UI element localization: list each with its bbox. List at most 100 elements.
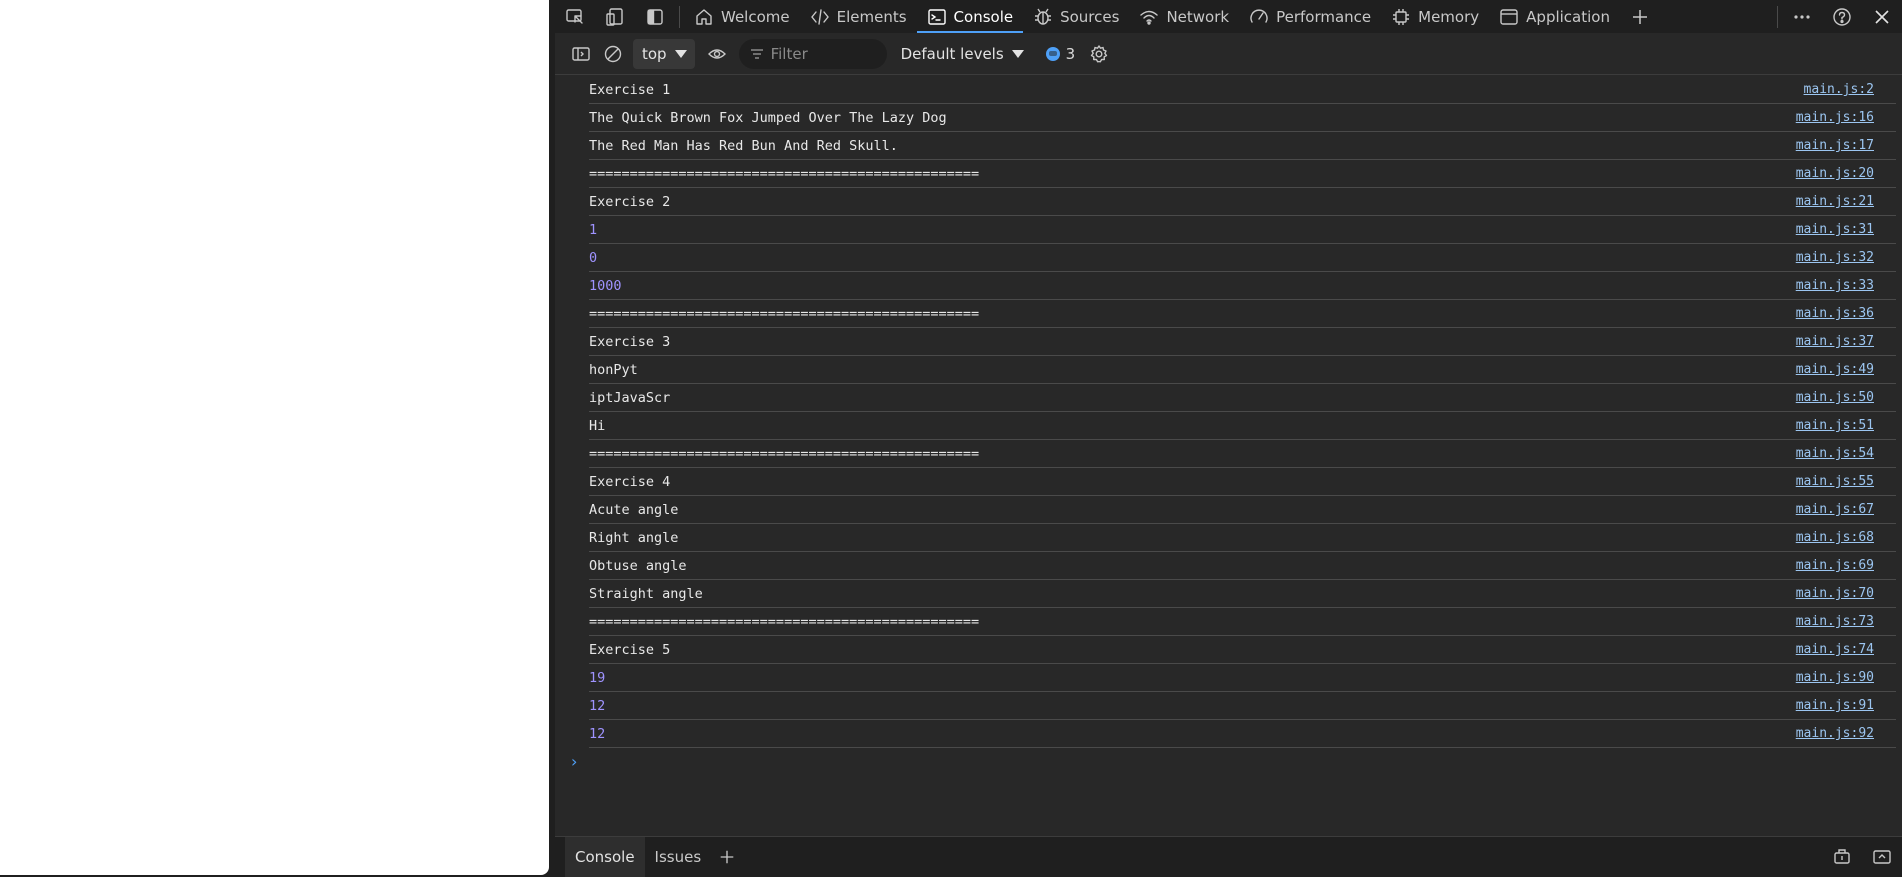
console-message-text: Exercise 2 <box>589 194 671 210</box>
issues-counter[interactable]: 3 <box>1045 44 1076 63</box>
source-link[interactable]: main.js:55 <box>1796 474 1874 489</box>
source-link[interactable]: main.js:49 <box>1796 362 1874 377</box>
filter-icon <box>750 48 763 59</box>
log-levels-dropdown[interactable]: Default levels <box>901 45 1024 63</box>
source-link[interactable]: main.js:68 <box>1796 530 1874 545</box>
console-prompt-chevron-icon[interactable]: › <box>571 752 577 771</box>
tab-elements[interactable]: Elements <box>800 0 917 33</box>
tab-performance[interactable]: Performance <box>1239 0 1381 33</box>
source-link[interactable]: main.js:73 <box>1796 614 1874 629</box>
console-message-row: Obtuse angle main.js:69 <box>589 552 1896 580</box>
close-icon[interactable] <box>1862 0 1902 33</box>
source-link[interactable]: main.js:70 <box>1796 586 1874 601</box>
filter-input[interactable]: Filter <box>738 38 887 69</box>
console-message-row: ========================================… <box>589 300 1896 328</box>
tab-welcome[interactable]: Welcome <box>684 0 800 33</box>
source-link[interactable]: main.js:92 <box>1796 726 1874 741</box>
console-message-row: 0 main.js:32 <box>589 244 1896 272</box>
source-link[interactable]: main.js:20 <box>1796 166 1874 181</box>
source-link[interactable]: main.js:32 <box>1796 250 1874 265</box>
console-message-text: ========================================… <box>589 614 980 630</box>
devtools-panel: Welcome Elements Console Sources Network… <box>555 0 1902 877</box>
bug-icon <box>1035 8 1052 25</box>
console-message-text: Exercise 5 <box>589 642 671 658</box>
console-message-row: 19 main.js:90 <box>589 664 1896 692</box>
source-link[interactable]: main.js:31 <box>1796 222 1874 237</box>
tab-application[interactable]: Application <box>1489 0 1620 33</box>
source-link[interactable]: main.js:74 <box>1796 642 1874 657</box>
source-link[interactable]: main.js:33 <box>1796 278 1874 293</box>
tab-memory[interactable]: Memory <box>1381 0 1489 33</box>
console-message-row: Exercise 1 main.js:2 <box>589 76 1896 104</box>
context-value: top <box>642 44 667 63</box>
console-message-text: Exercise 1 <box>589 82 671 98</box>
source-link[interactable]: main.js:2 <box>1804 82 1874 97</box>
console-messages: Exercise 1 main.js:2 The Quick Brown Fox J… <box>555 76 1902 836</box>
console-message-text: Obtuse angle <box>589 558 687 574</box>
console-message-row: 1 main.js:31 <box>589 216 1896 244</box>
live-expression-eye-icon[interactable] <box>701 38 733 70</box>
tab-label: Application <box>1526 7 1610 26</box>
console-message-row: 1000 main.js:33 <box>589 272 1896 300</box>
context-selector[interactable]: top <box>633 38 695 69</box>
add-drawer-tab-icon[interactable] <box>711 841 743 873</box>
tab-label: Console <box>953 7 1014 26</box>
tab-console[interactable]: Console <box>916 0 1024 33</box>
devtools-tab-bar: Welcome Elements Console Sources Network… <box>555 0 1902 33</box>
tab-sources[interactable]: Sources <box>1023 0 1129 33</box>
source-link[interactable]: main.js:16 <box>1796 110 1874 125</box>
source-link[interactable]: main.js:54 <box>1796 446 1874 461</box>
issues-count-value: 3 <box>1065 44 1076 63</box>
drawer-tab-console[interactable]: Console <box>565 837 645 877</box>
source-link[interactable]: main.js:50 <box>1796 390 1874 405</box>
console-message-row: The Quick Brown Fox Jumped Over The Lazy… <box>589 104 1896 132</box>
source-link[interactable]: main.js:37 <box>1796 334 1874 349</box>
clear-console-icon[interactable] <box>597 38 629 70</box>
console-message-text: Right angle <box>589 530 679 546</box>
window-icon <box>1500 8 1518 25</box>
home-icon <box>696 8 712 25</box>
inspect-element-icon[interactable] <box>555 0 595 33</box>
wifi-icon <box>1140 10 1159 25</box>
tab-label: Sources <box>1060 7 1120 26</box>
tab-label: Elements <box>836 7 907 26</box>
dock-to-main-icon[interactable] <box>1822 841 1862 874</box>
source-link[interactable]: main.js:69 <box>1796 558 1874 573</box>
console-message-row: Exercise 4 main.js:55 <box>589 468 1896 496</box>
source-link[interactable]: main.js:90 <box>1796 670 1874 685</box>
toggle-sidebar-icon[interactable] <box>635 0 675 33</box>
add-tab-icon[interactable] <box>1620 0 1660 33</box>
source-link[interactable]: main.js:36 <box>1796 306 1874 321</box>
console-message-row: Exercise 5 main.js:74 <box>589 636 1896 664</box>
help-icon[interactable] <box>1822 0 1862 33</box>
console-message-text: 12 <box>589 698 606 714</box>
console-message-row: ========================================… <box>589 160 1896 188</box>
source-link[interactable]: main.js:51 <box>1796 418 1874 433</box>
console-icon <box>927 8 946 25</box>
settings-gear-icon[interactable] <box>1083 38 1115 70</box>
console-message-text: The Red Man Has Red Bun And Red Skull. <box>589 138 898 154</box>
console-message-row: Acute angle main.js:67 <box>589 496 1896 524</box>
console-message-text: 19 <box>589 670 606 686</box>
console-message-row: The Red Man Has Red Bun And Red Skull. ma… <box>589 132 1896 160</box>
device-emulation-icon[interactable] <box>595 0 635 33</box>
tab-label: Network <box>1166 7 1230 26</box>
gauge-icon <box>1250 9 1268 23</box>
console-toolbar: top Filter Default levels 3 <box>555 33 1902 75</box>
chip-icon <box>1393 8 1410 25</box>
tab-network[interactable]: Network <box>1129 0 1239 33</box>
console-message-row: 12 main.js:91 <box>589 692 1896 720</box>
source-link[interactable]: main.js:67 <box>1796 502 1874 517</box>
source-link[interactable]: main.js:91 <box>1796 698 1874 713</box>
console-message-row: Straight angle main.js:70 <box>589 580 1896 608</box>
source-link[interactable]: main.js:21 <box>1796 194 1874 209</box>
console-message-row: ========================================… <box>589 608 1896 636</box>
source-link[interactable]: main.js:17 <box>1796 138 1874 153</box>
drawer-tab-issues[interactable]: Issues <box>645 837 712 877</box>
page-viewport[interactable] <box>0 0 549 875</box>
console-message-row: iptJavaScr main.js:50 <box>589 384 1896 412</box>
tab-label: Memory <box>1418 7 1480 26</box>
collapse-drawer-icon[interactable] <box>1862 841 1902 874</box>
show-sidebar-icon[interactable] <box>565 38 597 70</box>
more-options-icon[interactable] <box>1782 0 1822 33</box>
